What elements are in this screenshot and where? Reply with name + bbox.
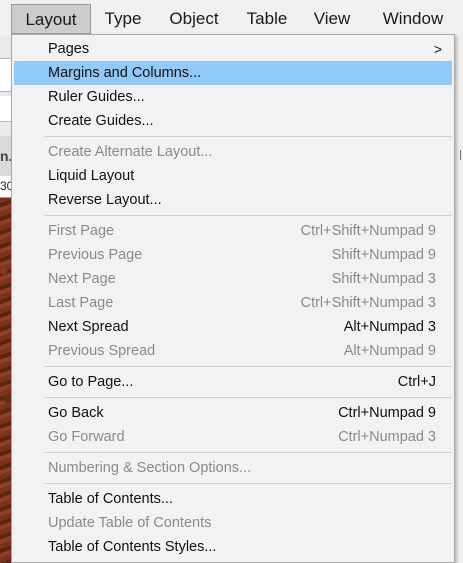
- menu-item-label: Liquid Layout: [48, 168, 135, 184]
- menu-item-shortcut: Shift+Numpad 9: [331, 247, 436, 263]
- menu-item-previous-spread[interactable]: Previous Spread Alt+Numpad 9: [14, 339, 452, 363]
- menu-item-label: Margins and Columns...: [48, 65, 202, 81]
- menu-item-label: Reverse Layout...: [48, 192, 162, 208]
- menu-item-go-to-page[interactable]: Go to Page... Ctrl+J: [14, 370, 452, 394]
- menu-item-previous-page[interactable]: Previous Page Shift+Numpad 9: [14, 243, 452, 267]
- menu-item-label: Numbering & Section Options...: [48, 460, 252, 476]
- menu-item-label: Previous Page: [48, 247, 143, 263]
- menu-separator: [44, 397, 452, 398]
- menu-item-label: First Page: [48, 223, 115, 239]
- menu-table[interactable]: Table: [238, 4, 296, 34]
- menu-item-reverse-layout[interactable]: Reverse Layout...: [14, 188, 452, 212]
- menu-item-last-page[interactable]: Last Page Ctrl+Shift+Numpad 3: [14, 291, 452, 315]
- menu-separator: [44, 136, 452, 137]
- menu-type[interactable]: Type: [96, 4, 150, 34]
- menu-view[interactable]: View: [306, 4, 358, 34]
- menu-item-label: Table of Contents...: [48, 491, 173, 507]
- menu-item-go-forward[interactable]: Go Forward Ctrl+Numpad 3: [14, 425, 452, 449]
- layout-dropdown-menu: Pages > Margins and Columns... Ruler Gui…: [11, 34, 455, 563]
- menu-item-create-alternate-layout[interactable]: Create Alternate Layout...: [14, 140, 452, 164]
- menu-item-shortcut: Alt+Numpad 3: [343, 319, 436, 335]
- menu-item-label: Go Back: [48, 405, 104, 421]
- menu-separator: [44, 366, 452, 367]
- menu-item-label: Table of Contents Styles...: [48, 539, 217, 555]
- menu-item-label: Update Table of Contents: [48, 515, 212, 531]
- menu-item-next-page[interactable]: Next Page Shift+Numpad 3: [14, 267, 452, 291]
- menu-item-label: Last Page: [48, 295, 114, 311]
- app-window: Layout Type Object Table View Window n.i…: [0, 0, 463, 563]
- menu-item-label: Create Alternate Layout...: [48, 144, 213, 160]
- background-panel-right: [454, 36, 463, 563]
- menu-item-label: Next Page: [48, 271, 116, 287]
- menu-bar: Layout Type Object Table View Window: [0, 0, 463, 36]
- menu-item-numbering-section-options[interactable]: Numbering & Section Options...: [14, 456, 452, 480]
- menu-item-create-guides[interactable]: Create Guides...: [14, 109, 452, 133]
- ruler-tick: [455, 150, 461, 160]
- menu-item-shortcut: Shift+Numpad 3: [331, 271, 436, 287]
- menu-item-label: Next Spread: [48, 319, 129, 335]
- menu-item-label: Create Guides...: [48, 113, 154, 129]
- menu-item-update-table-of-contents[interactable]: Update Table of Contents: [14, 511, 452, 535]
- menu-item-shortcut: Ctrl+Numpad 9: [338, 405, 436, 421]
- menu-item-shortcut: Ctrl+J: [397, 374, 436, 390]
- menu-item-pages[interactable]: Pages >: [14, 37, 452, 61]
- menu-item-table-of-contents[interactable]: Table of Contents...: [14, 487, 452, 511]
- menu-item-liquid-layout[interactable]: Liquid Layout: [14, 164, 452, 188]
- menu-item-label: Go to Page...: [48, 374, 134, 390]
- menu-item-next-spread[interactable]: Next Spread Alt+Numpad 3: [14, 315, 452, 339]
- menu-item-label: Go Forward: [48, 429, 125, 445]
- menu-item-shortcut: Alt+Numpad 9: [343, 343, 436, 359]
- menu-item-table-of-contents-styles[interactable]: Table of Contents Styles...: [14, 535, 452, 559]
- menu-separator: [44, 215, 452, 216]
- menu-object[interactable]: Object: [160, 4, 228, 34]
- menu-item-shortcut: Ctrl+Shift+Numpad 9: [300, 223, 436, 239]
- menu-item-shortcut: Ctrl+Numpad 3: [338, 429, 436, 445]
- menu-item-label: Ruler Guides...: [48, 89, 145, 105]
- menu-separator: [44, 452, 452, 453]
- menu-item-first-page[interactable]: First Page Ctrl+Shift+Numpad 9: [14, 219, 452, 243]
- menu-item-margins-and-columns[interactable]: Margins and Columns...: [14, 61, 452, 85]
- menu-layout[interactable]: Layout: [11, 4, 91, 34]
- menu-item-go-back[interactable]: Go Back Ctrl+Numpad 9: [14, 401, 452, 425]
- menu-item-ruler-guides[interactable]: Ruler Guides...: [14, 85, 452, 109]
- menu-item-shortcut: Ctrl+Shift+Numpad 3: [300, 295, 436, 311]
- menu-item-label: Previous Spread: [48, 343, 156, 359]
- menu-window[interactable]: Window: [368, 4, 458, 34]
- menu-separator: [44, 483, 452, 484]
- submenu-arrow-icon: >: [433, 41, 442, 57]
- menu-item-label: Pages: [48, 41, 90, 57]
